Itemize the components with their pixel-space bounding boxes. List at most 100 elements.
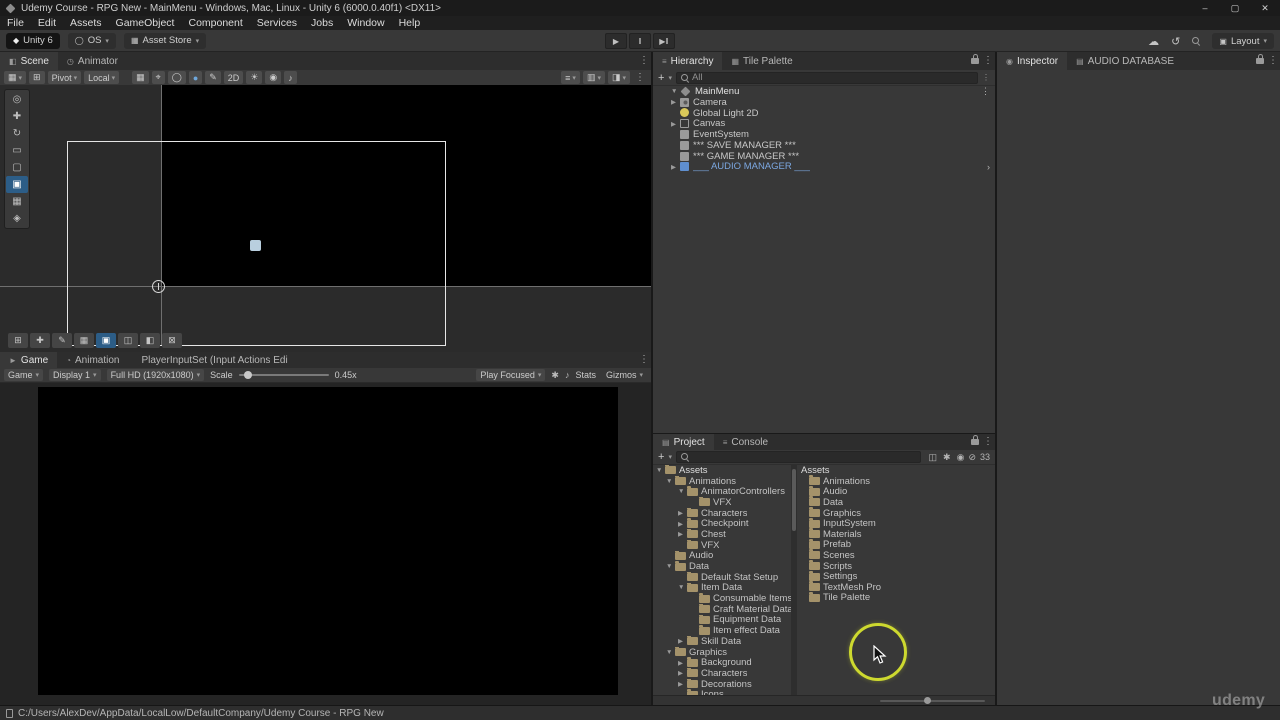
project-filter-icon[interactable]: ✱: [943, 452, 951, 463]
project-tree-item[interactable]: ▶ Characters: [653, 668, 791, 679]
menu-item[interactable]: Assets: [63, 16, 109, 30]
tilemap-tool-button[interactable]: ⊠: [162, 333, 182, 348]
lock-icon[interactable]: [971, 54, 979, 64]
prefab-open-chevron[interactable]: ›: [987, 162, 995, 172]
close-button[interactable]: ✕: [1250, 0, 1280, 16]
resolution-dropdown[interactable]: Full HD (1920x1080) ▾: [106, 369, 205, 381]
project-tree-item[interactable]: ▶ Background: [653, 657, 791, 668]
tilemap-tool-button[interactable]: ◧: [140, 333, 160, 348]
game-viewport[interactable]: [0, 383, 651, 705]
scene-viewport[interactable]: [0, 85, 651, 352]
audio-mute-icon[interactable]: ♪: [565, 370, 570, 380]
scale-slider[interactable]: [238, 371, 329, 379]
project-tree-item[interactable]: VFX: [653, 497, 791, 508]
inspector-area-tab[interactable]: ◉ Inspector: [997, 52, 1068, 70]
maximize-button[interactable]: ▢: [1220, 0, 1250, 16]
project-tree-item[interactable]: ▶ Checkpoint: [653, 518, 791, 529]
panel-menu-icon[interactable]: ⋮: [637, 352, 651, 368]
scene-visibility-icon[interactable]: ⋮: [982, 73, 990, 82]
project-folder-item[interactable]: Data: [797, 496, 995, 508]
hierarchy-item[interactable]: *** SAVE MANAGER ***: [653, 140, 995, 151]
history-icon[interactable]: ↺: [1171, 35, 1180, 48]
tilemap-tool-button[interactable]: ▣: [96, 333, 116, 348]
scene-tool-button[interactable]: ▣: [6, 176, 28, 193]
hidden-count-icon[interactable]: ⊘: [968, 452, 976, 463]
scene-sprite[interactable]: [250, 240, 261, 251]
scene-tool-button[interactable]: ▭: [6, 142, 28, 159]
scene-tool-button[interactable]: ↻: [6, 125, 28, 142]
unity-version-chip[interactable]: ◆ Unity 6: [6, 32, 60, 49]
hierarchy-item[interactable]: ▶ Camera: [653, 97, 995, 108]
hierarchy-item[interactable]: EventSystem: [653, 129, 995, 140]
add-gameobject-button[interactable]: +: [658, 72, 664, 84]
hierarchy-scene-row[interactable]: ▼ MainMenu ⋮: [653, 86, 995, 97]
tilemap-tool-button[interactable]: ▦: [74, 333, 94, 348]
menu-item[interactable]: Jobs: [304, 16, 340, 30]
tilemap-tool-button[interactable]: ⊞: [8, 333, 28, 348]
scene-options-icon[interactable]: ⋮: [981, 86, 995, 97]
scene-view-option-button[interactable]: ♪: [284, 71, 297, 84]
menu-item[interactable]: Edit: [31, 16, 63, 30]
project-folder-item[interactable]: InputSystem: [797, 517, 995, 529]
hierarchy-search-input[interactable]: [691, 72, 973, 83]
project-tree-item[interactable]: Craft Material Data: [653, 603, 791, 615]
icon-size-slider[interactable]: [880, 697, 985, 704]
handle-rotation-dropdown[interactable]: Local ▾: [84, 71, 120, 84]
lock-icon[interactable]: [1256, 54, 1264, 64]
asset-store-chip[interactable]: ▦ Asset Store ▾: [123, 32, 207, 49]
panel-menu-icon[interactable]: ⋮: [981, 52, 995, 70]
game-area-tab[interactable]: ► Game: [0, 352, 58, 368]
icon-size-slider-handle[interactable]: [924, 697, 932, 704]
capture-icon[interactable]: ✱: [551, 370, 559, 381]
project-tree-item[interactable]: Consumable Items Dat: [653, 593, 791, 604]
scene-tab[interactable]: ◷ Animator: [57, 52, 127, 70]
minimize-button[interactable]: –: [1190, 0, 1220, 16]
project-filter-icon[interactable]: ◉: [957, 452, 965, 463]
status-path[interactable]: C:/Users/AlexDev/AppData/LocalLow/Defaul…: [18, 708, 384, 719]
scene-toolbar-icon-button[interactable]: ●: [188, 71, 203, 84]
hierarchy-item[interactable]: *** GAME MANAGER ***: [653, 151, 995, 162]
hierarchy-area-tab[interactable]: ≡ Hierarchy: [653, 52, 723, 70]
panel-menu-icon[interactable]: ⋮: [1266, 52, 1280, 70]
2d-mode-toggle[interactable]: 2D: [223, 71, 244, 84]
hierarchy-item[interactable]: ▶ ___ AUDIO MANAGER ___ ›: [653, 161, 995, 172]
project-area-tab[interactable]: ▤ Project: [653, 434, 714, 450]
project-folder-item[interactable]: Animations: [797, 475, 995, 487]
scene-tool-button[interactable]: ◈: [6, 210, 28, 227]
hierarchy-area-tab[interactable]: ▦ Tile Palette: [722, 52, 802, 70]
project-folder-item[interactable]: Scenes: [797, 549, 995, 561]
scene-view-option-button[interactable]: ◉: [265, 71, 282, 84]
scene-overlay-dropdown[interactable]: ◨ ▾: [607, 71, 630, 84]
project-tree-item[interactable]: ▶ Skill Data: [653, 636, 791, 647]
create-asset-button[interactable]: +: [658, 451, 664, 463]
project-tree-item[interactable]: Equipment Data: [653, 614, 791, 625]
lock-icon[interactable]: [971, 435, 979, 445]
scene-toolbar-icon-button[interactable]: ⌖: [151, 71, 165, 84]
scene-toolbar-menu-icon[interactable]: ⋮: [633, 71, 647, 84]
project-tree-item[interactable]: Audio: [653, 550, 791, 561]
layout-chip[interactable]: ▣ Layout ▾: [1212, 33, 1274, 49]
project-tree-item[interactable]: ▼ Item Data: [653, 582, 791, 593]
inspector-area-tab[interactable]: ▤ AUDIO DATABASE: [1067, 52, 1184, 70]
scene-overlay-dropdown[interactable]: ≡ ▾: [561, 71, 580, 84]
panel-menu-icon[interactable]: ⋮: [981, 434, 995, 450]
project-folder-item[interactable]: Audio: [797, 485, 995, 497]
scene-gizmo[interactable]: [152, 280, 165, 293]
project-tree-item[interactable]: ▶ Chest: [653, 529, 791, 540]
project-filter-icon[interactable]: ◫: [929, 452, 938, 463]
scale-slider-handle[interactable]: [244, 371, 253, 379]
project-tree-item[interactable]: Item effect Data: [653, 625, 791, 636]
pivot-dropdown[interactable]: Pivot ▾: [47, 71, 82, 84]
project-tree-item[interactable]: ▶ Characters: [653, 507, 791, 518]
panel-menu-icon[interactable]: ⋮: [637, 52, 651, 70]
project-tree-item[interactable]: ▼ AnimatorControllers: [653, 486, 791, 497]
project-folder-item[interactable]: Scripts: [797, 560, 995, 572]
tilemap-tool-button[interactable]: ✎: [52, 333, 72, 348]
game-view-dropdown[interactable]: Game ▾: [4, 369, 44, 381]
create-dropdown-icon[interactable]: ▾: [668, 453, 672, 461]
scene-tool-button[interactable]: ▢: [6, 159, 28, 176]
menu-item[interactable]: Help: [392, 16, 428, 30]
game-area-tab[interactable]: ◔ Animation: [57, 352, 129, 368]
project-folder-item[interactable]: Tile Palette: [797, 591, 995, 603]
project-folder-item[interactable]: Prefab: [797, 538, 995, 550]
